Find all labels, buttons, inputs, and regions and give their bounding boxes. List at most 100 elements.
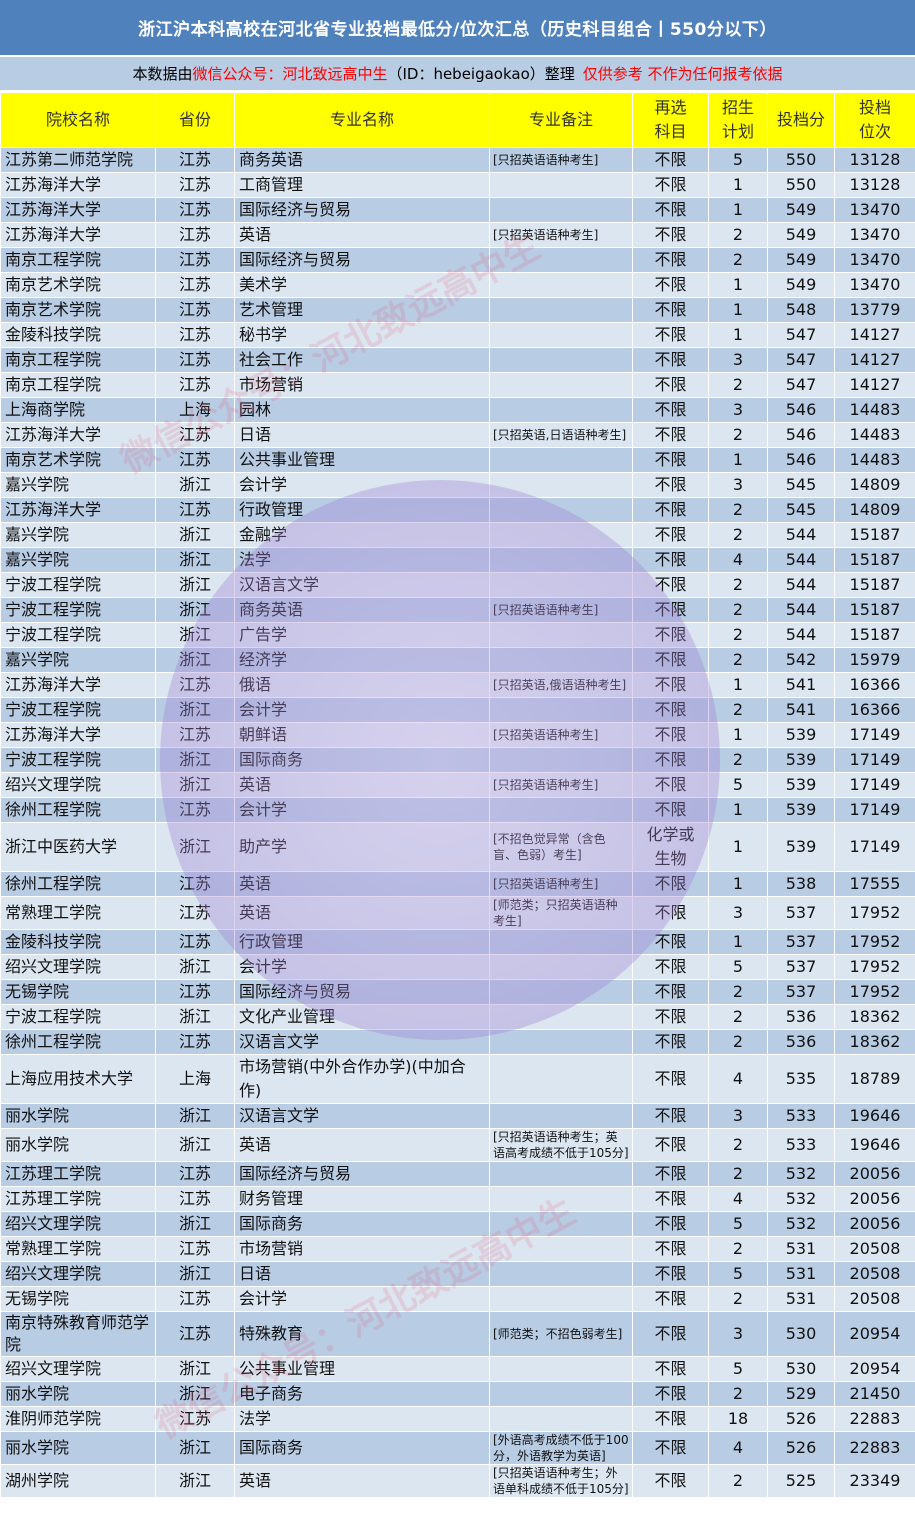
source-account: 微信公众号：河北致远高中生: [192, 65, 388, 83]
cell-province: 浙江: [155, 572, 235, 598]
table-row: 宁波工程学院 浙江 国际商务 不限 2 539 17149: [0, 747, 915, 773]
col-header-note: 专业备注: [489, 92, 633, 148]
cell-subject: 不限: [632, 1128, 709, 1162]
cell-note: [只招英语语种考生]: [489, 871, 633, 897]
cell-score: 544: [767, 522, 835, 548]
table-row: 无锡学院 江苏 国际经济与贸易 不限 2 537 17952: [0, 979, 915, 1005]
cell-subject: 不限: [632, 1054, 709, 1104]
cell-score: 537: [767, 929, 835, 955]
cell-subject: 不限: [632, 522, 709, 548]
table-row: 绍兴文理学院 浙江 日语 不限 5 531 20508: [0, 1261, 915, 1287]
cell-note: [489, 1381, 633, 1407]
cell-major: 市场营销: [234, 1236, 490, 1262]
cell-school: 嘉兴学院: [0, 647, 156, 673]
cell-subject: 不限: [632, 197, 709, 223]
cell-score: 530: [767, 1311, 835, 1357]
cell-score: 544: [767, 547, 835, 573]
cell-major: 汉语言文学: [234, 1103, 490, 1129]
table-row: 常熟理工学院 江苏 市场营销 不限 2 531 20508: [0, 1236, 915, 1262]
table-row: 宁波工程学院 浙江 商务英语 [只招英语语种考生] 不限 2 544 15187: [0, 597, 915, 623]
cell-province: 江苏: [155, 896, 235, 930]
cell-major: 公共事业管理: [234, 1356, 490, 1382]
cell-subject: 不限: [632, 472, 709, 498]
cell-major: 园林: [234, 397, 490, 423]
cell-note: [不招色觉异常（含色盲、色弱）考生]: [489, 822, 633, 872]
cell-subject: 不限: [632, 722, 709, 748]
cell-major: 国际商务: [234, 1211, 490, 1237]
cell-note: [师范类；不招色弱考生]: [489, 1311, 633, 1357]
cell-score: 535: [767, 1054, 835, 1104]
table-body: 江苏第二师范学院 江苏 商务英语 [只招英语语种考生] 不限 5 550 13128 江苏海洋大…: [0, 147, 915, 1498]
cell-plan: 2: [708, 247, 768, 273]
cell-rank: 19646: [834, 1103, 915, 1129]
cell-note: [489, 647, 633, 673]
cell-rank: 15187: [834, 597, 915, 623]
cell-score: 532: [767, 1211, 835, 1237]
cell-rank: 14809: [834, 472, 915, 498]
cell-subject: 不限: [632, 954, 709, 980]
cell-plan: 2: [708, 422, 768, 448]
cell-subject: 不限: [632, 1029, 709, 1055]
cell-major: 市场营销(中外合作办学)(中加合作): [234, 1054, 490, 1104]
cell-province: 浙江: [155, 697, 235, 723]
cell-subject: 化学或 生物: [632, 822, 709, 872]
cell-note: [489, 447, 633, 473]
cell-score: 536: [767, 1004, 835, 1030]
cell-score: 544: [767, 622, 835, 648]
cell-school: 绍兴文理学院: [0, 1356, 156, 1382]
cell-province: 浙江: [155, 772, 235, 798]
cell-province: 江苏: [155, 797, 235, 823]
cell-major: 会计学: [234, 697, 490, 723]
cell-rank: 17149: [834, 722, 915, 748]
cell-score: 542: [767, 647, 835, 673]
cell-score: 545: [767, 497, 835, 523]
cell-plan: 1: [708, 272, 768, 298]
cell-score: 549: [767, 197, 835, 223]
cell-major: 特殊教育: [234, 1311, 490, 1357]
cell-note: [489, 197, 633, 223]
cell-plan: 18: [708, 1406, 768, 1432]
cell-note: [只招英语语种考生]: [489, 597, 633, 623]
table-row: 淮阴师范学院 江苏 法学 不限 18 526 22883: [0, 1406, 915, 1432]
table-row: 绍兴文理学院 浙江 国际商务 不限 5 532 20056: [0, 1211, 915, 1237]
cell-province: 江苏: [155, 422, 235, 448]
table-row: 金陵科技学院 江苏 秘书学 不限 1 547 14127: [0, 322, 915, 348]
cell-subject: 不限: [632, 1161, 709, 1187]
cell-major: 法学: [234, 547, 490, 573]
cell-school: 丽水学院: [0, 1128, 156, 1162]
cell-note: [489, 979, 633, 1005]
source-prefix: 本数据由: [132, 65, 193, 83]
cell-score: 531: [767, 1261, 835, 1287]
table-row: 江苏海洋大学 江苏 英语 [只招英语语种考生] 不限 2 549 13470: [0, 222, 915, 248]
cell-plan: 5: [708, 1261, 768, 1287]
cell-score: 549: [767, 222, 835, 248]
cell-plan: 1: [708, 297, 768, 323]
cell-province: 江苏: [155, 247, 235, 273]
cell-note: [489, 1286, 633, 1312]
cell-school: 南京工程学院: [0, 347, 156, 373]
cell-major: 助产学: [234, 822, 490, 872]
cell-major: 财务管理: [234, 1186, 490, 1212]
cell-rank: 19646: [834, 1128, 915, 1162]
cell-school: 常熟理工学院: [0, 1236, 156, 1262]
table-row: 丽水学院 浙江 英语 [只招英语语种考生；英语高考成绩不低于105分] 不限 2 533 19…: [0, 1128, 915, 1162]
cell-note: [489, 1161, 633, 1187]
cell-major: 日语: [234, 422, 490, 448]
cell-subject: 不限: [632, 547, 709, 573]
cell-province: 江苏: [155, 1311, 235, 1357]
cell-province: 江苏: [155, 147, 235, 173]
cell-major: 美术学: [234, 272, 490, 298]
cell-school: 无锡学院: [0, 979, 156, 1005]
cell-note: [489, 397, 633, 423]
cell-subject: 不限: [632, 697, 709, 723]
source-note: 本数据由 微信公众号：河北致远高中生 （ID：hebeigaokao）整理 仅供…: [0, 57, 915, 92]
cell-subject: 不限: [632, 447, 709, 473]
cell-rank: 18362: [834, 1004, 915, 1030]
cell-subject: 不限: [632, 372, 709, 398]
table-row: 江苏海洋大学 江苏 工商管理 不限 1 550 13128: [0, 172, 915, 198]
table-row: 宁波工程学院 浙江 会计学 不限 2 541 16366: [0, 697, 915, 723]
cell-major: 国际经济与贸易: [234, 197, 490, 223]
cell-province: 浙江: [155, 1464, 235, 1498]
cell-note: [只招英语,日语语种考生]: [489, 422, 633, 448]
cell-score: 533: [767, 1103, 835, 1129]
